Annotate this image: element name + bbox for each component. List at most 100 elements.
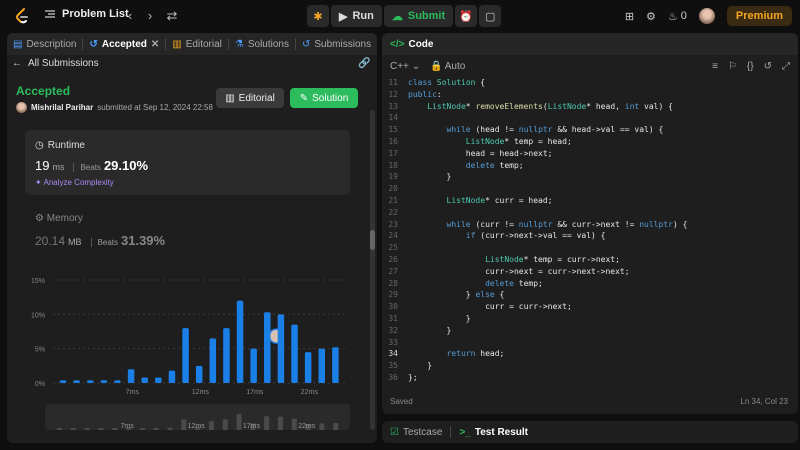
close-tab-icon[interactable]: ✕ — [151, 39, 159, 50]
code-line[interactable]: 22 — [382, 207, 792, 219]
code-line[interactable]: 12 public: — [382, 89, 792, 101]
editorial-button[interactable]: ▥ Editorial — [216, 88, 284, 108]
layout-icon[interactable]: ⊞ — [625, 10, 634, 23]
code-line[interactable]: 17 head = head->next; — [382, 148, 792, 160]
code-line[interactable]: 20 — [382, 183, 792, 195]
user-avatar[interactable] — [698, 8, 715, 24]
code-line[interactable]: 11 class Solution { — [382, 77, 792, 89]
code-text: } else { — [408, 290, 505, 300]
tab-code[interactable]: </> Code — [390, 39, 433, 50]
settings-gear-icon[interactable]: ⚙ — [646, 10, 656, 23]
chart-bar[interactable] — [73, 380, 80, 383]
code-line[interactable]: 30 curr = curr->next; — [382, 301, 792, 313]
left-scrollbar-thumb[interactable] — [370, 230, 375, 250]
format-icon[interactable]: ≡ — [712, 61, 718, 72]
code-line[interactable]: 23 while (curr != nullptr && curr->next … — [382, 219, 792, 231]
chart-bar[interactable] — [195, 365, 203, 383]
submit-label: Submit — [407, 10, 446, 22]
mini-bar — [112, 428, 118, 430]
author-avatar[interactable] — [16, 102, 27, 113]
chart-bar[interactable] — [155, 377, 162, 383]
tab-submissions[interactable]: ↺ Submissions — [302, 39, 371, 50]
chart-bar[interactable] — [59, 380, 67, 383]
code-line[interactable]: 18 delete temp; — [382, 160, 792, 172]
tab-accepted[interactable]: ↺ Accepted ✕ — [89, 39, 159, 50]
chart-bar[interactable] — [209, 338, 217, 383]
leetcode-logo-icon[interactable] — [12, 6, 32, 26]
prev-problem-button[interactable]: ‹ — [122, 8, 138, 24]
chart-bar[interactable] — [86, 380, 94, 383]
left-scrollbar-track[interactable] — [370, 110, 375, 430]
code-line[interactable]: 36}; — [382, 372, 792, 384]
chart-bar[interactable] — [114, 380, 121, 383]
link-icon[interactable]: 🔗 — [358, 58, 370, 69]
memory-header[interactable]: ⚙ Memory — [35, 213, 83, 224]
code-line[interactable]: 25 — [382, 242, 792, 254]
code-editor[interactable]: 11 class Solution {12 public: 13 ListNode* … — [382, 77, 792, 384]
code-line[interactable]: 16 ListNode* temp = head; — [382, 136, 792, 148]
back-to-submissions[interactable]: ← All Submissions — [12, 58, 99, 69]
code-line[interactable]: 35 } — [382, 360, 792, 372]
language-select[interactable]: C++ ⌄ — [390, 61, 420, 72]
code-line[interactable]: 34 return head; — [382, 348, 792, 360]
chart-bar[interactable] — [250, 348, 257, 383]
bookmark-icon[interactable]: ⚐ — [728, 61, 737, 72]
code-line[interactable]: 13 ListNode* removeElements(ListNode* he… — [382, 101, 792, 113]
notes-button[interactable]: ▢ — [479, 5, 502, 27]
expand-icon[interactable]: ⤢ — [782, 61, 790, 72]
chart-bar[interactable] — [332, 347, 339, 383]
chart-bar[interactable] — [141, 377, 148, 383]
code-line[interactable]: 29 } else { — [382, 289, 792, 301]
x-tick-label: 17ms — [246, 389, 264, 396]
submit-button[interactable]: ☁ Submit — [383, 5, 454, 27]
tab-description[interactable]: ▤ Description — [13, 39, 76, 50]
debug-button[interactable]: ✱ — [307, 5, 329, 27]
chart-bar[interactable] — [127, 369, 135, 383]
chart-bar[interactable] — [304, 352, 312, 383]
next-problem-button[interactable]: › — [142, 8, 158, 24]
auto-toggle[interactable]: 🔒 Auto — [430, 61, 465, 72]
chart-bar[interactable] — [291, 324, 298, 383]
tab-test-result[interactable]: >_ Test Result — [459, 427, 528, 438]
chart-range-slider[interactable]: 7ms 12ms 17ms 22ms — [45, 404, 350, 430]
solution-button[interactable]: ✎ Solution — [290, 88, 358, 108]
chart-bar[interactable] — [236, 300, 244, 383]
chart-bar[interactable] — [100, 380, 108, 383]
code-line[interactable]: 28 delete temp; — [382, 278, 792, 290]
reset-icon[interactable]: ↺ — [764, 61, 772, 72]
chart-bar[interactable] — [318, 348, 326, 383]
code-line[interactable]: 24 if (curr->next->val == val) { — [382, 230, 792, 242]
shuffle-button[interactable]: ⇄ — [164, 8, 180, 24]
problem-list-button[interactable]: Problem List — [44, 8, 129, 20]
code-line[interactable]: 21 ListNode* curr = head; — [382, 195, 792, 207]
tab-editorial[interactable]: ▥ Editorial — [172, 39, 222, 50]
code-line[interactable]: 19 } — [382, 171, 792, 183]
tab-testcase[interactable]: ☑ Testcase — [390, 427, 442, 438]
code-line[interactable]: 14 — [382, 112, 792, 124]
timer-button[interactable]: ⏰ — [455, 5, 478, 27]
tab-solutions[interactable]: ⚗ Solutions — [235, 39, 289, 50]
code-line[interactable]: 27 curr->next = curr->next->next; — [382, 266, 792, 278]
code-line[interactable]: 26 ListNode* temp = curr->next; — [382, 254, 792, 266]
runtime-distribution-chart[interactable]: 15% 10% 5% 0% 7ms 12ms 17ms 22ms — [25, 270, 355, 400]
runtime-card[interactable]: ◷ Runtime 19 ms Beats 29.10% ✦ Analyze C… — [25, 130, 350, 195]
code-line[interactable]: 33 — [382, 337, 792, 349]
chart-bar[interactable] — [277, 314, 285, 383]
chart-bar[interactable] — [182, 328, 189, 383]
braces-icon[interactable]: {} — [747, 61, 754, 72]
code-line[interactable]: 31 } — [382, 313, 792, 325]
chart-bar[interactable] — [264, 312, 271, 383]
analyze-complexity-link[interactable]: ✦ Analyze Complexity — [35, 178, 114, 187]
run-button[interactable]: ▶ Run — [331, 5, 382, 27]
code-line[interactable]: 15 while (head != nullptr && head->val =… — [382, 124, 792, 136]
line-number: 23 — [388, 219, 398, 229]
premium-button[interactable]: Premium — [726, 6, 792, 26]
chart-bar[interactable] — [168, 370, 176, 383]
list-icon — [45, 10, 55, 18]
code-line[interactable]: 32 } — [382, 325, 792, 337]
chart-bar[interactable] — [223, 328, 230, 383]
submission-author: Mishrilal Parihar submitted at Sep 12, 2… — [16, 102, 213, 113]
save-status: Saved — [390, 397, 413, 406]
author-name[interactable]: Mishrilal Parihar — [31, 103, 93, 112]
streak-counter[interactable]: ♨ 0 — [668, 10, 687, 23]
